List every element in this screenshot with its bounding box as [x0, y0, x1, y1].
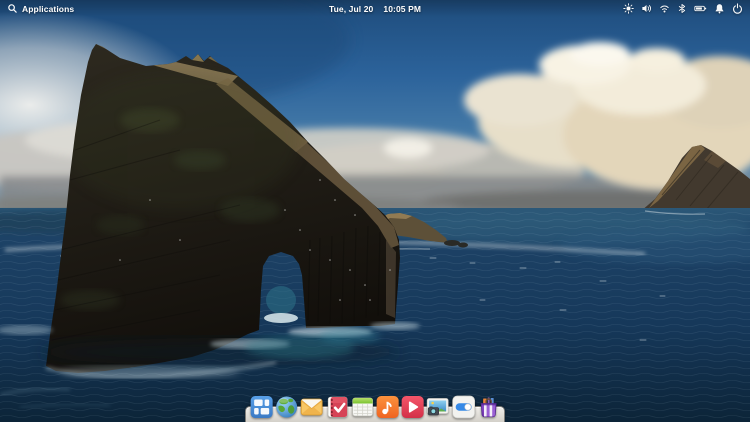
dock-item-settings[interactable]	[451, 395, 475, 419]
brightness-icon[interactable]	[623, 3, 634, 14]
datetime-indicator[interactable]: Tue, Jul 20 10:05 PM	[329, 4, 421, 14]
dock	[245, 406, 505, 422]
panel-date: Tue, Jul 20	[329, 4, 373, 14]
web-browser-globe-icon	[275, 395, 299, 419]
videos-play-icon	[401, 395, 425, 419]
bluetooth-icon[interactable]	[677, 3, 687, 14]
system-indicators	[623, 3, 743, 14]
power-session-icon[interactable]	[732, 3, 743, 14]
dock-icons	[250, 395, 501, 419]
calendar-icon	[350, 395, 374, 419]
multitasking-view-icon	[250, 395, 274, 419]
dock-item-music[interactable]	[376, 395, 400, 419]
sound-icon[interactable]	[641, 3, 652, 14]
network-wifi-icon[interactable]	[659, 3, 670, 14]
panel-time: 10:05 PM	[383, 4, 421, 14]
dock-item-mail[interactable]	[300, 395, 324, 419]
dock-item-multitasking[interactable]	[250, 395, 274, 419]
dock-item-web[interactable]	[275, 395, 299, 419]
top-panel: Applications Tue, Jul 20 10:05 PM	[0, 0, 750, 17]
dock-item-tasks[interactable]	[325, 395, 349, 419]
desktop: Applications Tue, Jul 20 10:05 PM	[0, 0, 750, 422]
tasks-checkmark-notebook-icon	[325, 395, 349, 419]
dock-item-calendar[interactable]	[350, 395, 374, 419]
notifications-bell-icon[interactable]	[714, 3, 725, 14]
applications-label: Applications	[22, 4, 74, 14]
dock-item-photos[interactable]	[426, 395, 450, 419]
dock-item-appcenter[interactable]	[476, 395, 500, 419]
dock-item-videos[interactable]	[401, 395, 425, 419]
battery-icon[interactable]	[694, 3, 707, 14]
settings-toggle-icon	[451, 395, 475, 419]
applications-menu[interactable]: Applications	[7, 3, 74, 14]
photos-camera-icon	[426, 395, 450, 419]
wallpaper-drangarnir-sea-arch	[0, 0, 750, 422]
music-note-icon	[376, 395, 400, 419]
appcenter-shopping-bag-icon	[476, 395, 500, 419]
mail-envelope-icon	[300, 395, 324, 419]
search-icon	[7, 3, 18, 14]
